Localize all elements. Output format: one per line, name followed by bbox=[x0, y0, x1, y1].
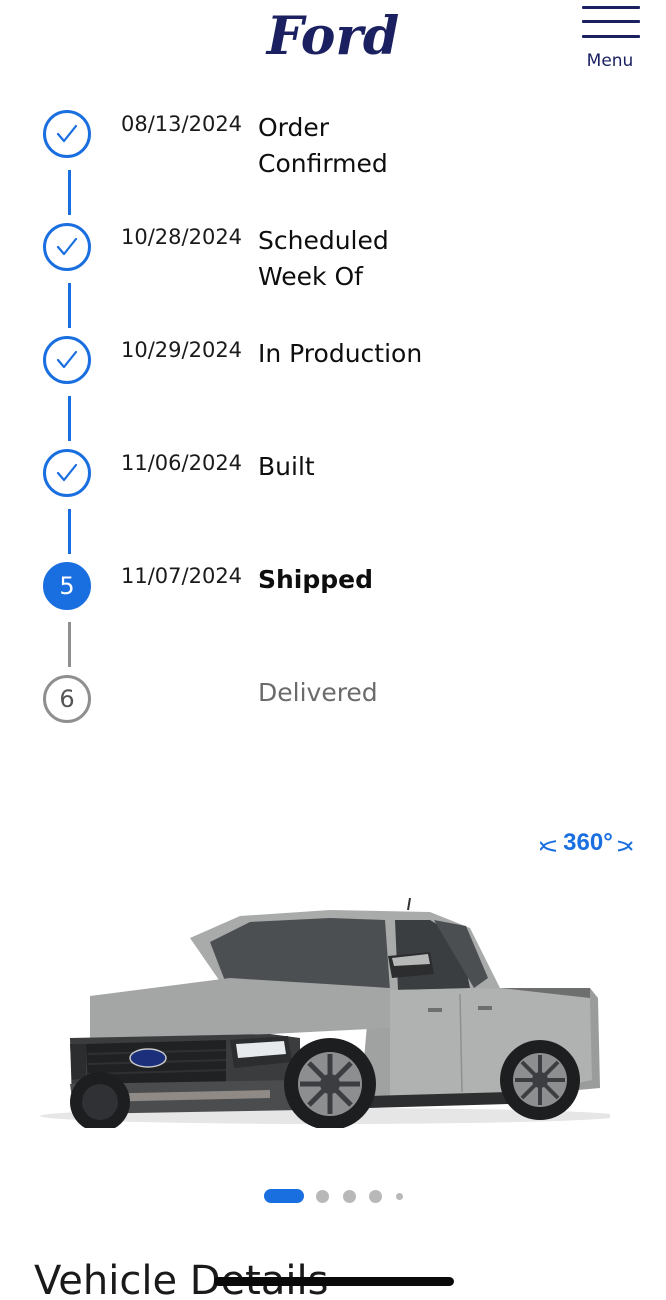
timeline-step-in-production: 10/29/2024 In Production bbox=[0, 326, 666, 436]
step-label: Built bbox=[258, 452, 315, 481]
step-label: In Production bbox=[258, 339, 423, 368]
carousel-dot-2[interactable] bbox=[316, 1190, 329, 1203]
step-date: 11/06/2024 bbox=[121, 451, 243, 475]
carousel-dot-5[interactable] bbox=[396, 1193, 403, 1200]
timeline-step-built: 11/06/2024 Built bbox=[0, 439, 666, 549]
gray-pickup-truck-image bbox=[30, 848, 620, 1132]
step-label: Order Confirmed bbox=[258, 113, 388, 178]
timeline-step-scheduled: 10/28/2024 Scheduled Week Of bbox=[0, 213, 666, 323]
step-date: 08/13/2024 bbox=[121, 112, 243, 136]
step-label: Shipped bbox=[258, 565, 374, 594]
timeline-step-order-confirmed: 08/13/2024 Order Confirmed bbox=[0, 100, 666, 210]
step-label: Scheduled Week Of bbox=[258, 226, 389, 291]
carousel-pagination bbox=[262, 1188, 422, 1204]
step-date: 10/28/2024 bbox=[121, 225, 243, 249]
step-number-badge: 5 bbox=[43, 562, 91, 610]
carousel-dot-3[interactable] bbox=[343, 1190, 356, 1203]
order-tracker-page: Ford Menu 08/13/2024 Order Confirmed 10/… bbox=[0, 0, 666, 1300]
step-check-icon bbox=[43, 110, 91, 158]
timeline-step-shipped: 5 11/07/2024 Shipped bbox=[0, 552, 666, 662]
carousel-dot-1[interactable] bbox=[264, 1189, 304, 1203]
menu-button[interactable]: Menu bbox=[578, 4, 642, 74]
home-indicator[interactable] bbox=[214, 1277, 454, 1286]
header: Ford Menu bbox=[0, 0, 666, 90]
order-status-timeline: 08/13/2024 Order Confirmed 10/28/2024 Sc… bbox=[0, 100, 666, 750]
step-number-badge: 6 bbox=[43, 675, 91, 723]
step-label: Delivered bbox=[258, 678, 378, 707]
carousel-dot-4[interactable] bbox=[369, 1190, 382, 1203]
step-date: 11/07/2024 bbox=[121, 564, 243, 588]
hamburger-icon bbox=[582, 6, 640, 38]
step-check-icon bbox=[43, 336, 91, 384]
step-check-icon bbox=[43, 223, 91, 271]
timeline-step-delivered: 6 Delivered bbox=[0, 665, 666, 775]
vehicle-image-carousel[interactable]: 360° bbox=[0, 800, 666, 1140]
menu-label: Menu bbox=[586, 51, 634, 71]
ford-logo[interactable]: Ford bbox=[262, 4, 404, 68]
logo-text: Ford bbox=[265, 6, 400, 67]
step-check-icon bbox=[43, 449, 91, 497]
step-date: 10/29/2024 bbox=[121, 338, 243, 362]
